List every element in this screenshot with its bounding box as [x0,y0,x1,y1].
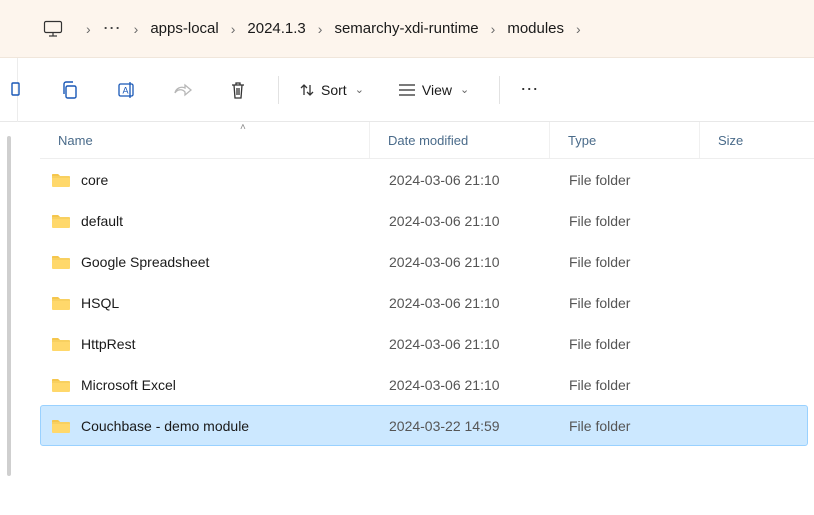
sidebar-edge [0,58,18,122]
file-name: Google Spreadsheet [81,254,209,270]
sort-indicator-icon: ˄ [240,122,246,133]
scrollbar[interactable] [7,136,11,476]
file-date: 2024-03-06 21:10 [371,295,551,311]
file-type: File folder [551,336,701,352]
chevron-right-icon[interactable]: › [231,21,236,37]
monitor-icon[interactable] [40,16,66,42]
toolbar-separator [499,76,500,104]
file-name: HSQL [81,295,119,311]
view-label: View [422,82,452,98]
delete-button[interactable] [218,70,258,110]
sort-icon [299,82,315,98]
file-type: File folder [551,254,701,270]
file-type: File folder [551,377,701,393]
folder-icon [51,295,71,311]
breadcrumb-item[interactable]: modules [505,16,566,41]
view-button[interactable]: View ⌄ [390,76,477,104]
column-headers: ˄ Name Date modified Type Size [40,122,814,159]
chevron-right-icon[interactable]: › [491,21,496,37]
copy-button[interactable] [50,70,90,110]
file-date: 2024-03-06 21:10 [371,172,551,188]
breadcrumb-item[interactable]: apps-local [148,16,220,41]
breadcrumb[interactable]: › ⋯ › apps-local › 2024.1.3 › semarchy-x… [0,16,796,42]
folder-icon [51,254,71,270]
column-name-label: Name [58,133,93,148]
file-name: default [81,213,123,229]
table-row[interactable]: Couchbase - demo module 2024-03-22 14:59… [40,405,808,446]
file-type: File folder [551,172,701,188]
svg-text:A: A [123,85,129,95]
table-row[interactable]: HttpRest 2024-03-06 21:10 File folder [40,323,808,364]
file-date: 2024-03-06 21:10 [371,336,551,352]
chevron-down-icon: ⌄ [460,83,469,96]
more-button[interactable]: ⋯ [520,79,540,100]
column-size-label: Size [718,133,743,148]
file-date: 2024-03-06 21:10 [371,254,551,270]
toolbar-separator [278,76,279,104]
column-date-label: Date modified [388,133,468,148]
file-area: ˄ Name Date modified Type Size core 2024 [0,122,814,446]
sort-button[interactable]: Sort ⌄ [291,76,372,104]
file-name: Microsoft Excel [81,377,176,393]
file-name: core [81,172,108,188]
chevron-down-icon: ⌄ [355,83,364,96]
address-bar: › ⋯ › apps-local › 2024.1.3 › semarchy-x… [0,0,814,58]
folder-icon [51,377,71,393]
file-name: Couchbase - demo module [81,418,249,434]
file-date: 2024-03-06 21:10 [371,213,551,229]
file-type: File folder [551,213,701,229]
column-size[interactable]: Size [700,122,814,158]
breadcrumb-overflow[interactable]: ⋯ [101,18,124,39]
column-type-label: Type [568,133,596,148]
table-row[interactable]: core 2024-03-06 21:10 File folder [40,159,808,200]
file-date: 2024-03-06 21:10 [371,377,551,393]
file-type: File folder [551,295,701,311]
rename-button[interactable]: A [106,70,146,110]
chevron-right-icon[interactable]: › [134,21,139,37]
toolbar: A Sort ⌄ View ⌄ ⋯ [0,58,814,122]
table-row[interactable]: default 2024-03-06 21:10 File folder [40,200,808,241]
file-list: ˄ Name Date modified Type Size core 2024 [40,122,814,446]
column-date[interactable]: Date modified [370,122,550,158]
folder-icon [51,418,71,434]
breadcrumb-item[interactable]: semarchy-xdi-runtime [332,16,480,41]
view-icon [398,83,416,97]
table-row[interactable]: HSQL 2024-03-06 21:10 File folder [40,282,808,323]
chevron-right-icon[interactable]: › [86,21,91,37]
file-name: HttpRest [81,336,135,352]
sort-label: Sort [321,82,347,98]
folder-icon [51,172,71,188]
file-type: File folder [551,418,701,434]
share-button [162,70,202,110]
breadcrumb-item[interactable]: 2024.1.3 [245,16,307,41]
file-date: 2024-03-22 14:59 [371,418,551,434]
folder-icon [51,336,71,352]
chevron-right-icon[interactable]: › [318,21,323,37]
folder-icon [51,213,71,229]
column-type[interactable]: Type [550,122,700,158]
chevron-right-icon[interactable]: › [576,21,581,37]
table-row[interactable]: Microsoft Excel 2024-03-06 21:10 File fo… [40,364,808,405]
table-row[interactable]: Google Spreadsheet 2024-03-06 21:10 File… [40,241,808,282]
column-name[interactable]: Name [40,122,370,158]
